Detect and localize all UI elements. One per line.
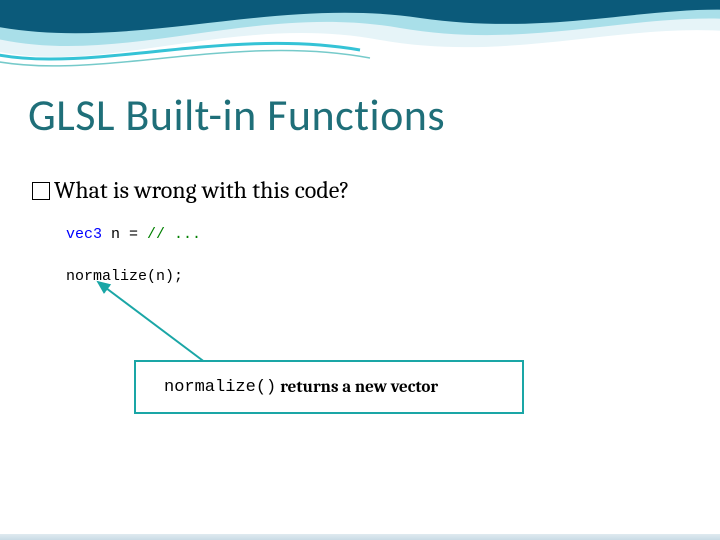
footer-decoration bbox=[0, 534, 720, 540]
code-line-2: normalize(n); bbox=[66, 268, 183, 285]
code-comment: // ... bbox=[147, 226, 201, 243]
code-line-1: vec3 n = // ... bbox=[66, 226, 201, 243]
callout-code: normalize() bbox=[164, 378, 276, 397]
slide: GLSL Built-in Functions What is wrong wi… bbox=[0, 0, 720, 540]
callout-box: normalize() returns a new vector bbox=[134, 360, 524, 414]
bullet-text: What is wrong with this code? bbox=[54, 176, 350, 204]
bullet-line: What is wrong with this code? bbox=[32, 176, 350, 204]
callout-text: returns a new vector bbox=[280, 378, 438, 397]
code-text: n = bbox=[102, 226, 147, 243]
bullet-box-icon bbox=[32, 182, 50, 200]
code-keyword: vec3 bbox=[66, 226, 102, 243]
slide-title: GLSL Built-in Functions bbox=[28, 88, 445, 142]
